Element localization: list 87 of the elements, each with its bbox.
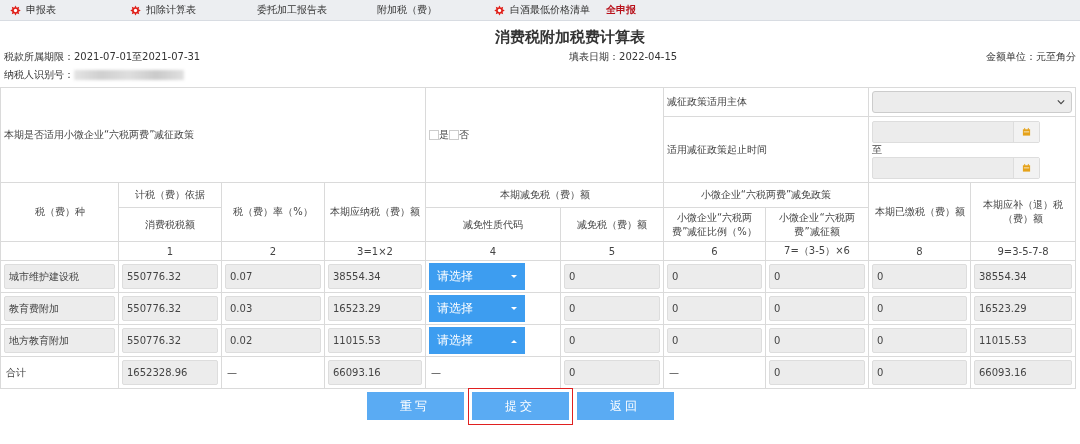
column-number: 2 (269, 245, 277, 257)
amount-field: 0 (872, 264, 967, 289)
form-tab[interactable]: 申报表 (0, 0, 120, 20)
caret-icon (511, 274, 517, 279)
amount-field: 550776.32 (122, 296, 218, 321)
checkbox-label: 否 (459, 128, 469, 142)
amount-field: 0.03 (225, 296, 321, 321)
amount-field: 0 (769, 328, 865, 353)
tax-type-field: 城市维护建设税 (4, 264, 115, 289)
policy-question: 本期是否适用小微企业“六税两费”减征政策 (4, 129, 195, 140)
form-tab[interactable]: 委托加工报告表 (242, 0, 362, 20)
end-date-field[interactable] (872, 156, 1040, 179)
column-number: 4 (489, 245, 497, 257)
amount-field: 0 (667, 328, 762, 353)
caret-icon (511, 306, 517, 311)
amount-field: 0 (872, 328, 967, 353)
amount-field: 0 (769, 264, 865, 289)
column-header: 本期已缴税（费）额 (873, 205, 966, 219)
taxpayer-id-label: 纳税人识别号： (4, 68, 74, 82)
amount-field: 0 (769, 296, 865, 321)
amount-field: 11015.53 (974, 328, 1072, 353)
form-tab[interactable]: 附加税（费） (362, 0, 484, 20)
calendar-icon[interactable] (1013, 121, 1039, 142)
amount-field: 0 (564, 264, 660, 289)
form-tab[interactable]: 白酒最低价格清单 (484, 0, 606, 20)
amount-field: 1652328.96 (122, 360, 218, 385)
amount-field: 66093.16 (328, 360, 422, 385)
to-label: 至 (872, 142, 883, 157)
start-date-field[interactable] (872, 120, 1040, 143)
amount-field: 66093.16 (974, 360, 1072, 385)
table-cell-text: — (668, 367, 679, 378)
checkbox-label: 是 (439, 128, 449, 142)
amount-field: 16523.29 (328, 296, 422, 321)
column-header: 小微企业“六税两费”减免政策 (699, 188, 833, 202)
tax-type-field: 地方教育附加 (4, 328, 115, 353)
column-header: 计税（费）依据 (134, 188, 206, 202)
fill-date-text: 填表日期：2022-04-15 (569, 50, 678, 64)
column-header: 减免性质代码 (462, 217, 524, 232)
column-header: 税（费）率（%） (232, 205, 314, 219)
table-cell-text: 合计 (5, 366, 26, 378)
column-number: 5 (608, 245, 616, 257)
table-cell-text: — (226, 367, 237, 378)
period-text: 税款所属期限：2021-07-01至2021-07-31 (4, 50, 201, 64)
form-title: 消费税附加税费计算表 (494, 27, 646, 47)
tax-type-field: 教育费附加 (4, 296, 115, 321)
column-number: 6 (711, 245, 718, 257)
amount-field: 0 (667, 296, 762, 321)
amount-field: 0 (564, 360, 660, 385)
declare-all-link[interactable]: 全申报 (606, 0, 728, 20)
amount-field: 0.07 (225, 264, 321, 289)
column-number: 3=1×2 (357, 245, 393, 257)
amount-field: 0.02 (225, 328, 321, 353)
subject-label: 减征政策适用主体 (667, 96, 747, 107)
amount-field: 0 (872, 360, 967, 385)
form-tab[interactable]: 扣除计算表 (120, 0, 242, 20)
checkbox[interactable] (429, 130, 439, 140)
column-header: 小微企业“六税两费”减征额 (778, 210, 856, 239)
amount-field: 0 (667, 264, 762, 289)
column-number: 1 (166, 245, 174, 257)
table-cell-text: — (430, 367, 441, 378)
amount-field: 16523.29 (974, 296, 1072, 321)
column-header: 本期应纳税（费）额 (329, 205, 421, 219)
column-header: 小微企业“六税两费”减征比例（%） (671, 210, 758, 239)
unit-text: 金额单位：元至角分 (986, 50, 1076, 64)
amount-field: 38554.34 (328, 264, 422, 289)
column-number: 8 (916, 245, 923, 257)
amount-field: 0 (872, 296, 967, 321)
column-header: 税（费）种 (33, 205, 86, 219)
checkbox[interactable] (449, 130, 459, 140)
column-header: 减免税（费）额 (576, 217, 648, 232)
column-number: 9=3-5-7-8 (997, 245, 1049, 257)
amount-field: 0 (564, 328, 660, 353)
amount-field: 0 (769, 360, 865, 385)
column-header: 本期应补（退）税（费）额 (982, 198, 1064, 226)
column-number: 7=（3-5）×6 (784, 245, 850, 256)
amount-field: 11015.53 (328, 328, 422, 353)
caret-icon (511, 338, 517, 343)
amount-field: 550776.32 (122, 264, 218, 289)
amount-field: 550776.32 (122, 328, 218, 353)
amount-field: 38554.34 (974, 264, 1072, 289)
calendar-icon[interactable] (1013, 157, 1039, 178)
subject-dropdown[interactable] (872, 91, 1072, 113)
column-header: 消费税税额 (144, 217, 196, 232)
column-header: 本期减免税（费）额 (498, 188, 591, 202)
period-label: 适用减征政策起止时间 (667, 143, 767, 155)
amount-field: 0 (564, 296, 660, 321)
chevron-icon (1057, 99, 1065, 105)
